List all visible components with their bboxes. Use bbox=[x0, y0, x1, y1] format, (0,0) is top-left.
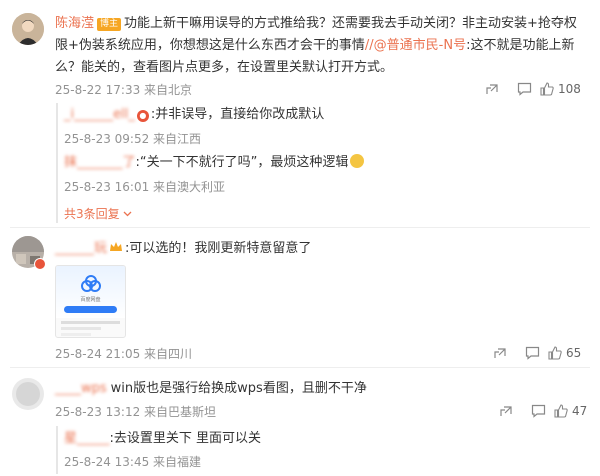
comment-text: :可以选的！我刚更新特意留意了 bbox=[125, 241, 312, 256]
image-caption: 百度网盘 bbox=[80, 297, 101, 303]
more-replies-link[interactable]: 共3条回复 bbox=[64, 205, 132, 222]
comment-icon[interactable] bbox=[522, 402, 554, 420]
reply-text: :并非误导，直接给你改成默认 bbox=[150, 107, 325, 122]
avatar[interactable] bbox=[12, 378, 44, 410]
comment-meta: 25-8-22 17:33 来自北京 bbox=[55, 83, 193, 97]
blogger-badge: 博主 bbox=[97, 18, 122, 31]
reply-meta: 25-8-24 13:45 来自福建 bbox=[64, 455, 202, 469]
comment-author[interactable]: ____wps bbox=[55, 381, 107, 396]
comment-actions: 108 bbox=[476, 80, 581, 98]
like-icon bbox=[540, 82, 554, 96]
like-count: 108 bbox=[558, 82, 581, 96]
reply-text: :“关一下不就行了吗”，最烦这种逻辑 bbox=[135, 155, 349, 170]
comment-author[interactable]: ______玩 bbox=[55, 241, 107, 256]
reply-item: _i______ell_ ●:并非误导，直接给你改成默认 bbox=[64, 104, 324, 126]
comment-actions: 65 bbox=[484, 344, 581, 362]
like-icon bbox=[554, 404, 568, 418]
comment-icon[interactable] bbox=[516, 344, 548, 362]
reply-item: 星_____:去设置里关下 里面可以关 bbox=[64, 428, 261, 450]
like-button[interactable]: 108 bbox=[540, 80, 581, 98]
more-replies-label: 共3条回复 bbox=[64, 207, 120, 221]
comment-body: ______玩 :可以选的！我刚更新特意留意了 bbox=[55, 238, 311, 260]
share-icon[interactable] bbox=[476, 80, 508, 98]
reply-meta: 25-8-23 16:01 来自澳大利亚 bbox=[64, 180, 226, 194]
comment-actions: 47 bbox=[490, 402, 587, 420]
like-button[interactable]: 65 bbox=[548, 344, 581, 362]
vip-icon: ● bbox=[136, 110, 149, 122]
comment-meta: 25-8-24 21:05 来自四川 bbox=[55, 347, 193, 361]
avatar[interactable] bbox=[12, 13, 44, 45]
cover-face-emoji-icon bbox=[350, 154, 365, 168]
image-button bbox=[64, 306, 117, 313]
comment-body: 陈海滢 博主 功能上新干嘛用误导的方式推给我？还需要我去手动关闭？非主动安装+抢夺权… bbox=[55, 13, 585, 79]
like-count: 47 bbox=[572, 404, 588, 418]
reply-author[interactable]: _i______ell_ bbox=[64, 107, 135, 122]
divider bbox=[10, 367, 590, 368]
share-icon[interactable] bbox=[490, 402, 522, 420]
comment-meta: 25-8-23 13:12 来自巴基斯坦 bbox=[55, 405, 217, 419]
comment-text: win版也是强行给换成wps看图，且删不干净 bbox=[110, 381, 367, 396]
chevron-down-icon bbox=[124, 211, 132, 217]
reply-author[interactable]: 星_____ bbox=[64, 431, 110, 446]
comment-body: ____wps win版也是强行给换成wps看图，且删不干净 bbox=[55, 378, 367, 400]
comment-image[interactable]: 百度网盘 bbox=[55, 265, 126, 338]
like-icon bbox=[548, 346, 562, 360]
user-badge-icon bbox=[34, 258, 46, 270]
like-count: 65 bbox=[566, 346, 582, 360]
share-icon[interactable] bbox=[484, 344, 516, 362]
like-button[interactable]: 47 bbox=[554, 402, 587, 420]
comment-icon[interactable] bbox=[508, 80, 540, 98]
comment-author[interactable]: 陈海滢 bbox=[55, 16, 94, 31]
reply-text: :去设置里关下 里面可以关 bbox=[109, 431, 262, 446]
crown-icon bbox=[110, 242, 123, 251]
reply-author[interactable]: 抹_______了 bbox=[64, 155, 136, 170]
reply-meta: 25-8-23 09:52 来自江西 bbox=[64, 132, 202, 146]
cloud-logo-icon bbox=[81, 275, 101, 292]
divider bbox=[10, 227, 590, 228]
reply-item: 抹_______了:“关一下不就行了吗”，最烦这种逻辑 bbox=[64, 152, 365, 174]
mention-link[interactable]: //@普通市民-N号 bbox=[365, 38, 466, 53]
